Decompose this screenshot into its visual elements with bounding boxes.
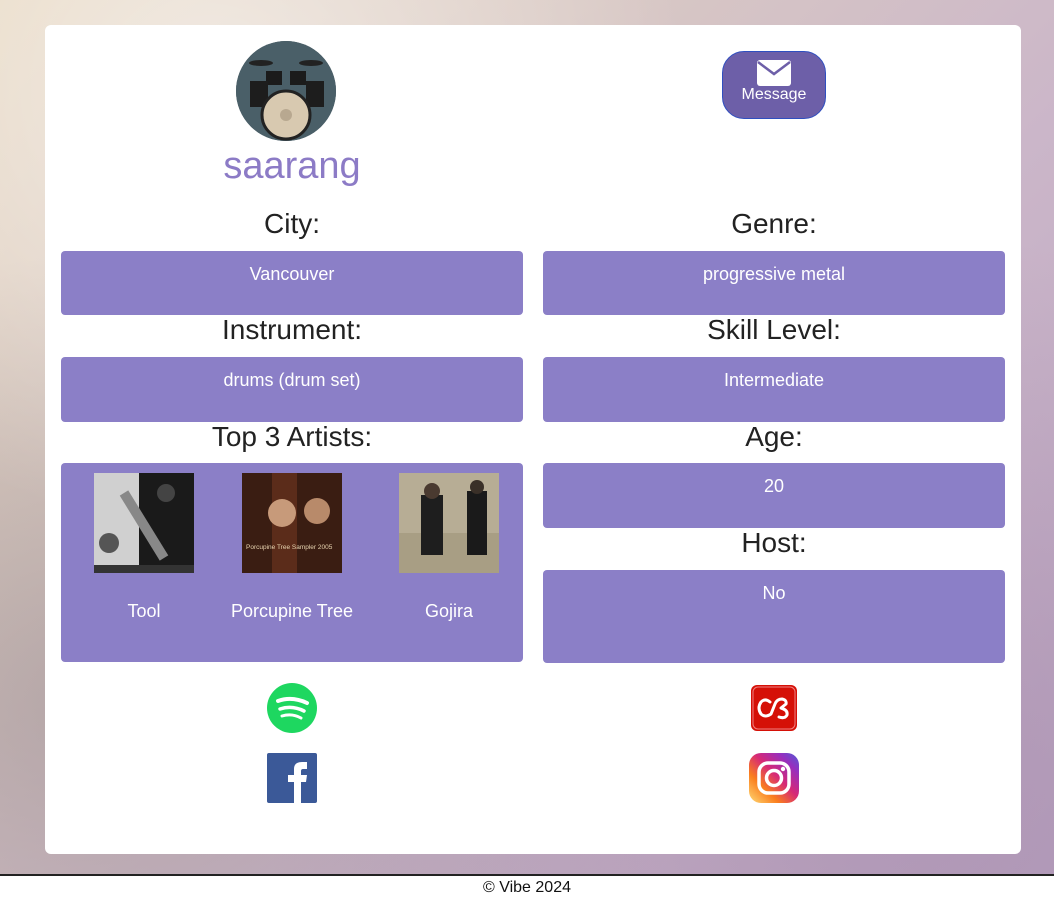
username: saarang <box>223 145 361 187</box>
instrument-label: Instrument: <box>221 314 363 345</box>
message-button-label: Message <box>741 86 807 103</box>
skill-level-label: Skill Level: <box>707 314 841 345</box>
skill-level-value: Intermediate <box>543 357 1005 422</box>
artist-name: Porcupine Tree <box>230 601 354 621</box>
host-label: Host: <box>741 527 807 558</box>
host-value: No <box>543 570 1005 663</box>
city-label: City: <box>264 208 320 239</box>
tool-album-cover <box>94 473 194 573</box>
lastfm-icon <box>751 685 797 731</box>
genre-value: progressive metal <box>543 251 1005 315</box>
artist-name: Gojira <box>424 601 473 621</box>
artist-card[interactable]: Tool <box>61 473 227 622</box>
drum-kit-image <box>236 41 336 141</box>
porcupine-tree-album-cover: Porcupine Tree Sampler 2005 <box>242 473 342 573</box>
artist-card[interactable]: Gojira <box>375 473 523 622</box>
message-button[interactable]: Message <box>722 51 826 119</box>
artist-card[interactable]: Porcupine Tree Sampler 2005 Porcupine Tr… <box>209 473 375 622</box>
envelope-icon <box>757 60 791 86</box>
instagram-icon <box>749 753 799 803</box>
city-value: Vancouver <box>61 251 523 315</box>
instagram-link[interactable] <box>749 753 799 803</box>
footer: © Vibe 2024 <box>0 874 1054 901</box>
facebook-icon <box>267 753 317 803</box>
artist-name: Tool <box>127 601 161 621</box>
instrument-value: drums (drum set) <box>61 357 523 422</box>
profile-card: saarang City: Vancouver Instrument: drum… <box>45 25 1021 854</box>
top-artists-panel: Tool Porcupine Tree Sampler 2005 Porcupi… <box>61 463 523 662</box>
gojira-album-cover <box>399 473 499 573</box>
spotify-icon <box>267 683 317 733</box>
avatar <box>236 41 336 141</box>
spotify-link[interactable] <box>267 683 317 733</box>
lastfm-link[interactable] <box>749 683 799 733</box>
genre-label: Genre: <box>731 208 817 239</box>
age-label: Age: <box>745 421 803 452</box>
top-artists-label: Top 3 Artists: <box>211 421 373 452</box>
facebook-link[interactable] <box>267 753 317 803</box>
age-value: 20 <box>543 463 1005 528</box>
porcupine-cover-text: Porcupine Tree Sampler 2005 <box>246 544 333 551</box>
